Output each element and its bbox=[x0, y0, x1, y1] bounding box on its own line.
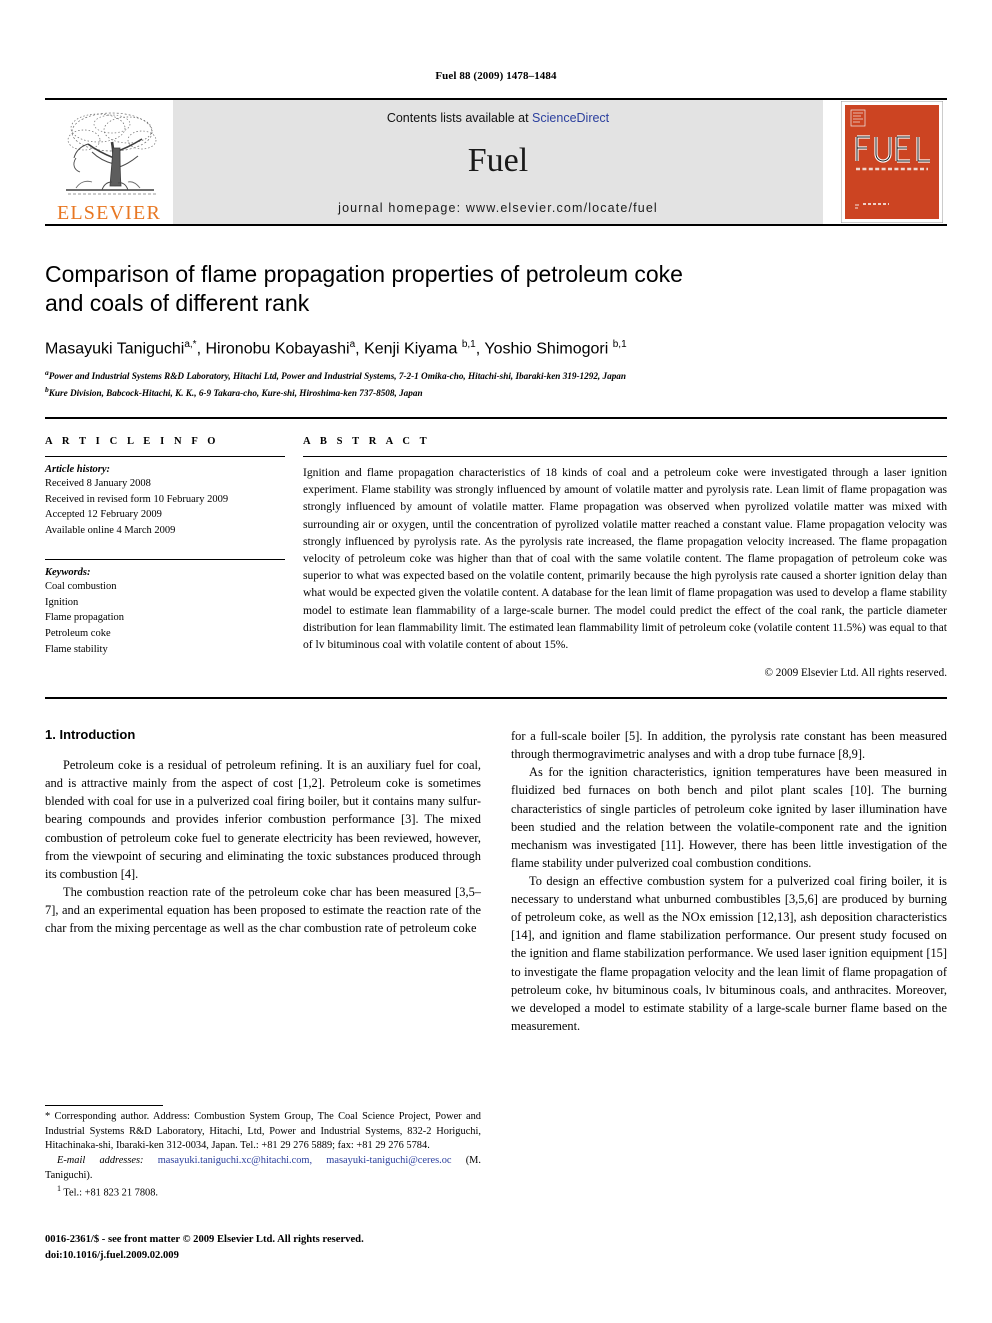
page-title: Comparison of flame propagation properti… bbox=[45, 260, 947, 319]
running-head: Fuel 88 (2009) 1478–1484 bbox=[435, 70, 557, 82]
author-affil-marker: a,* bbox=[184, 338, 197, 350]
keywords-label: Keywords: bbox=[45, 566, 91, 578]
body-paragraph: The combustion reaction rate of the petr… bbox=[45, 884, 481, 936]
sciencedirect-link[interactable]: ScienceDirect bbox=[532, 111, 609, 125]
abstract-column: A B S T R A C T Ignition and flame propa… bbox=[303, 436, 947, 679]
body-paragraph: Petroleum coke is a residual of petroleu… bbox=[45, 758, 481, 881]
article-history-item: Accepted 12 February 2009 bbox=[45, 509, 162, 521]
footnote-block: * Corresponding author. Address: Combust… bbox=[45, 1105, 481, 1202]
article-history-item: Available online 4 March 2009 bbox=[45, 525, 176, 537]
journal-header-band: ELSEVIER Contents lists available at Sci… bbox=[45, 98, 947, 224]
journal-band-center: Contents lists available at ScienceDirec… bbox=[173, 100, 823, 224]
footnote-marker-1: 1 bbox=[57, 1184, 61, 1194]
elsevier-logo: ELSEVIER bbox=[45, 100, 173, 224]
journal-name: Fuel bbox=[467, 142, 529, 179]
article-info-heading: A R T I C L E I N F O bbox=[45, 435, 220, 447]
email-note: E-mail addresses: masayuki.taniguchi.xc@… bbox=[45, 1154, 481, 1183]
keywords-block: Keywords: Coal combustion Ignition Flame… bbox=[45, 558, 285, 658]
doi-line[interactable]: doi:10.1016/j.fuel.2009.02.009 bbox=[45, 1248, 485, 1264]
article-history-item: Received in revised form 10 February 200… bbox=[45, 493, 229, 505]
affiliation-block: aPower and Industrial Systems R&D Labora… bbox=[45, 367, 947, 401]
author-name: Masayuki Taniguchi bbox=[45, 340, 185, 358]
title-line-1: Comparison of flame propagation properti… bbox=[45, 261, 683, 287]
body-columns: 1. Introduction Petroleum coke is a resi… bbox=[45, 727, 947, 1035]
journal-homepage-link[interactable]: journal homepage: www.elsevier.com/locat… bbox=[338, 201, 658, 215]
elsevier-wordmark: ELSEVIER bbox=[56, 202, 162, 224]
issn-doi-block: 0016-2361/$ - see front matter © 2009 El… bbox=[45, 1232, 485, 1264]
footnote-rule bbox=[45, 1105, 163, 1106]
title-line-2: and coals of different rank bbox=[45, 290, 310, 317]
keyword-item: Petroleum coke bbox=[45, 628, 111, 640]
keyword-item: Flame stability bbox=[45, 643, 108, 655]
corresponding-author-note: * Corresponding author. Address: Combust… bbox=[45, 1111, 481, 1152]
body-top-rule bbox=[45, 697, 947, 700]
abstract-rule bbox=[303, 455, 947, 457]
email-label: E-mail addresses: bbox=[57, 1155, 144, 1167]
body-column-left: 1. Introduction Petroleum coke is a resi… bbox=[45, 727, 481, 1035]
author-affil-marker: b,1 bbox=[612, 338, 627, 350]
fuel-cover-image bbox=[841, 101, 943, 223]
article-history-label: Article history: bbox=[45, 463, 111, 475]
affiliation-line: bKure Division, Babcock-Hitachi, K. K., … bbox=[45, 384, 947, 401]
body-paragraph: To design an effective combustion system… bbox=[511, 874, 947, 1033]
author-affil-marker: b,1 bbox=[461, 338, 476, 350]
title-top-rule bbox=[45, 224, 947, 226]
footnote-note-1-text: Tel.: +81 823 21 7808. bbox=[63, 1187, 159, 1199]
author-list: Masayuki Taniguchia,*, Hironobu Kobayash… bbox=[45, 338, 627, 358]
abstract-heading: A B S T R A C T bbox=[303, 435, 431, 447]
article-history-item: Received 8 January 2008 bbox=[45, 477, 151, 489]
elsevier-tree-icon bbox=[66, 112, 157, 195]
keyword-item: Coal combustion bbox=[45, 580, 117, 592]
abstract-text: Ignition and flame propagation character… bbox=[303, 465, 947, 651]
author-affil-marker: a bbox=[349, 338, 356, 350]
contents-prefix-text: Contents lists available at bbox=[386, 111, 533, 125]
info-abstract-section: A R T I C L E I N F O Article history: R… bbox=[45, 416, 947, 679]
body-paragraph: for a full-scale boiler [5]. In addition… bbox=[511, 729, 947, 762]
keyword-item: Flame propagation bbox=[45, 612, 125, 624]
affiliation-text: Power and Industrial Systems R&D Laborat… bbox=[48, 371, 626, 382]
contents-available-line: Contents lists available at ScienceDirec… bbox=[387, 111, 609, 125]
affiliation-text: Kure Division, Babcock-Hitachi, K. K., 6… bbox=[48, 388, 423, 399]
section-heading-introduction: 1. Introduction bbox=[45, 727, 136, 743]
author-name: Hironobu Kobayashi bbox=[205, 340, 350, 358]
keywords-rule bbox=[45, 558, 285, 560]
article-info-column: A R T I C L E I N F O Article history: R… bbox=[45, 436, 303, 679]
body-column-right: for a full-scale boiler [5]. In addition… bbox=[511, 727, 947, 1035]
keyword-item: Ignition bbox=[45, 596, 79, 608]
affiliation-line: aPower and Industrial Systems R&D Labora… bbox=[45, 367, 947, 384]
footnote-note-1: 1 Tel.: +81 823 21 7808. bbox=[45, 1183, 481, 1201]
body-paragraph: As for the ignition characteristics, ign… bbox=[511, 765, 947, 870]
author-name: Yoshio Shimogori bbox=[484, 340, 609, 358]
author-name: Kenji Kiyama bbox=[364, 340, 458, 358]
abstract-copyright: © 2009 Elsevier Ltd. All rights reserved… bbox=[764, 667, 948, 680]
article-info-rule bbox=[45, 455, 285, 457]
paper-page: Fuel 88 (2009) 1478–1484 ELSEVIER Conten… bbox=[0, 0, 992, 1323]
issn-line: 0016-2361/$ - see front matter © 2009 El… bbox=[45, 1234, 364, 1245]
email-addresses-link[interactable]: masayuki.taniguchi.xc@hitachi.com, masay… bbox=[158, 1155, 452, 1166]
journal-cover-thumbnail bbox=[837, 100, 947, 224]
